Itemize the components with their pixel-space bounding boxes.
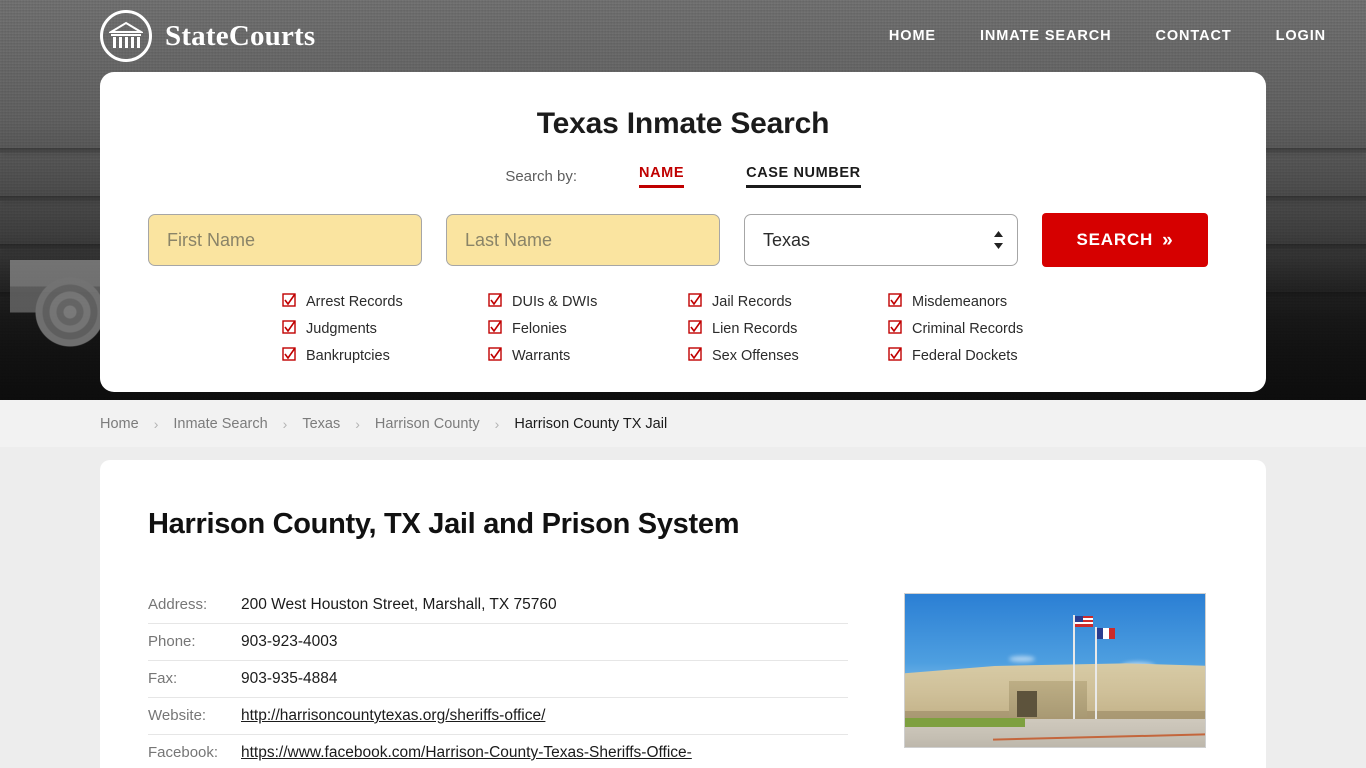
checkbox-duis-dwis[interactable]: DUIs & DWIs: [488, 293, 688, 311]
nav-item-inmate-search[interactable]: INMATE SEARCH: [980, 28, 1111, 44]
checkbox-criminal-records[interactable]: Criminal Records: [888, 320, 1088, 338]
chevron-right-icon: ›: [282, 415, 288, 432]
search-button[interactable]: SEARCH »: [1042, 213, 1208, 267]
state-select-wrapper: Texas: [744, 214, 1018, 266]
checked-checkbox-icon: [282, 293, 296, 311]
checked-checkbox-icon: [488, 347, 502, 365]
table-row: Facebook: https://www.facebook.com/Harri…: [148, 735, 848, 768]
content-card: Harrison County, TX Jail and Prison Syst…: [100, 460, 1266, 768]
checked-checkbox-icon: [888, 293, 902, 311]
facility-details-section: Address: 200 West Houston Street, Marsha…: [148, 593, 1218, 768]
checkbox-jail-records[interactable]: Jail Records: [688, 293, 888, 311]
checkbox-misdemeanors[interactable]: Misdemeanors: [888, 293, 1088, 311]
jail-building-photo: [904, 593, 1206, 748]
table-row: Phone: 903-923-4003: [148, 624, 848, 661]
facility-info-table: Address: 200 West Houston Street, Marsha…: [148, 593, 848, 768]
checkbox-label: Bankruptcies: [306, 348, 390, 364]
search-card-title: Texas Inmate Search: [536, 107, 830, 140]
breadcrumb-item-inmate-search[interactable]: Inmate Search: [173, 416, 267, 432]
checkbox-label: Arrest Records: [306, 294, 403, 310]
us-flag-icon: [1075, 616, 1093, 627]
cloud: [1009, 656, 1035, 662]
nav-item-home[interactable]: HOME: [889, 28, 936, 44]
checked-checkbox-icon: [488, 320, 502, 338]
checkbox-label: Misdemeanors: [912, 294, 1008, 310]
courthouse-icon: [100, 10, 152, 62]
row-value-facebook: https://www.facebook.com/Harrison-County…: [241, 744, 692, 762]
checked-checkbox-icon: [282, 347, 296, 365]
row-value-address: 200 West Houston Street, Marshall, TX 75…: [241, 596, 557, 613]
state-select[interactable]: Texas: [744, 214, 1018, 266]
checked-checkbox-icon: [688, 320, 702, 338]
checkbox-label: Lien Records: [712, 321, 798, 337]
chevron-right-icon: ›: [494, 415, 500, 432]
brand-name: StateCourts: [165, 19, 316, 52]
breadcrumb-item-home[interactable]: Home: [100, 416, 139, 432]
chevron-right-icon: ›: [153, 415, 159, 432]
row-label: Phone:: [148, 633, 196, 650]
checkbox-felonies[interactable]: Felonies: [488, 320, 688, 338]
checked-checkbox-icon: [688, 347, 702, 365]
chevron-right-icon: ›: [355, 415, 360, 432]
grass-strip: [905, 718, 1025, 727]
website-link[interactable]: http://harrisoncountytexas.org/sheriffs-…: [241, 707, 545, 724]
row-label: Fax:: [148, 670, 178, 687]
row-label: Facebook:: [148, 744, 219, 761]
breadcrumb-item-harrison-county[interactable]: Harrison County: [375, 416, 480, 432]
brand-logo[interactable]: StateCourts: [100, 10, 315, 62]
inmate-search-card: Texas Inmate Search Search by: NAME CASE…: [100, 72, 1266, 392]
flagpole: [1073, 615, 1075, 719]
breadcrumb-item-current: Harrison County TX Jail: [514, 415, 668, 432]
site-header: StateCourts HOME INMATE SEARCH CONTACT L…: [0, 0, 1366, 72]
nav-item-contact[interactable]: CONTACT: [1155, 28, 1231, 44]
checkbox-judgments[interactable]: Judgments: [282, 320, 488, 338]
checkbox-label: Warrants: [512, 348, 571, 364]
search-fields-row: Texas SEARCH »: [148, 213, 1218, 267]
row-value-phone: 903-923-4003: [241, 633, 338, 650]
page-title: Harrison County, TX Jail and Prison Syst…: [148, 508, 740, 540]
checkbox-warrants[interactable]: Warrants: [488, 347, 688, 365]
table-row: Address: 200 West Houston Street, Marsha…: [148, 593, 848, 624]
checkbox-label: DUIs & DWIs: [512, 294, 598, 310]
checkbox-lien-records[interactable]: Lien Records: [688, 320, 888, 338]
checkbox-bankruptcies[interactable]: Bankruptcies: [282, 347, 488, 365]
table-row: Website: http://harrisoncountytexas.org/…: [148, 698, 848, 735]
tab-name[interactable]: NAME: [639, 165, 685, 188]
checkbox-label: Criminal Records: [912, 321, 1024, 337]
checkbox-label: Sex Offenses: [712, 348, 799, 364]
tab-case-number[interactable]: CASE NUMBER: [746, 165, 861, 188]
checked-checkbox-icon: [282, 320, 296, 338]
checkbox-label: Felonies: [512, 321, 567, 337]
checked-checkbox-icon: [888, 320, 902, 338]
table-row: Fax: 903-935-4884: [148, 661, 848, 698]
checked-checkbox-icon: [888, 347, 902, 365]
nav-item-login[interactable]: LOGIN: [1276, 28, 1326, 44]
checkbox-sex-offenses[interactable]: Sex Offenses: [688, 347, 888, 365]
checkbox-label: Jail Records: [712, 294, 792, 310]
main-navigation: HOME INMATE SEARCH CONTACT LOGIN: [889, 28, 1326, 44]
checkbox-label: Judgments: [306, 321, 377, 337]
checkbox-label: Federal Dockets: [912, 348, 1018, 364]
row-value-fax: 903-935-4884: [241, 670, 338, 687]
facebook-link[interactable]: https://www.facebook.com/Harrison-County…: [241, 744, 692, 761]
texas-flag-icon: [1097, 628, 1115, 639]
breadcrumb-item-texas[interactable]: Texas: [302, 416, 340, 432]
checkbox-federal-dockets[interactable]: Federal Dockets: [888, 347, 1088, 365]
search-by-label: Search by:: [505, 168, 578, 185]
first-name-input[interactable]: [148, 214, 422, 266]
checkbox-arrest-records[interactable]: Arrest Records: [282, 293, 488, 311]
double-chevron-right-icon: »: [1162, 229, 1174, 251]
record-type-checkbox-grid: Arrest Records DUIs & DWIs Jail Records …: [282, 293, 1218, 365]
search-button-label: SEARCH: [1076, 230, 1154, 249]
row-label: Address:: [148, 596, 208, 613]
flagpole: [1095, 627, 1097, 719]
row-value-website: http://harrisoncountytexas.org/sheriffs-…: [241, 707, 545, 725]
building-door: [1017, 691, 1037, 717]
last-name-input[interactable]: [446, 214, 720, 266]
checked-checkbox-icon: [688, 293, 702, 311]
search-by-row: Search by: NAME CASE NUMBER: [148, 165, 1218, 188]
row-label: Website:: [148, 707, 207, 724]
checked-checkbox-icon: [488, 293, 502, 311]
breadcrumb: Home › Inmate Search › Texas › Harrison …: [0, 400, 1366, 447]
